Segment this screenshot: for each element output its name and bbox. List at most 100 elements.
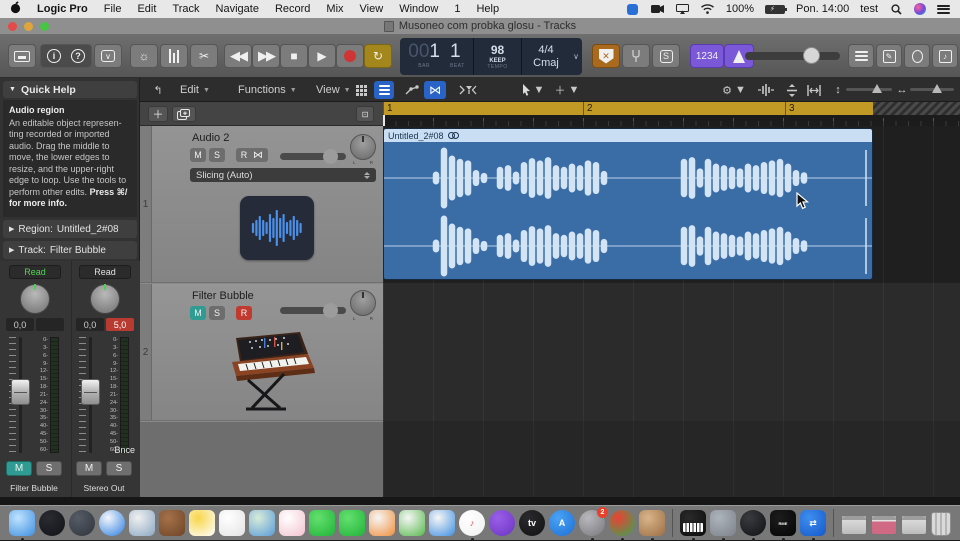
strip-name[interactable]: Filter Bubble [2,483,66,493]
rewind-button[interactable]: ◀◀ [224,44,252,68]
flex-mode-dropdown[interactable]: Slicing (Auto) [190,168,376,182]
bar-ruler[interactable]: 1 2 3 [383,102,960,126]
empty-header-area[interactable] [140,422,383,497]
track-volume-thumb[interactable] [323,303,338,318]
dock-teamviewer[interactable]: ⇄ [800,510,826,536]
lcd-tempo[interactable]: 98 [491,43,504,57]
note-pads-button[interactable]: ✎ [876,44,902,68]
dock-minimized-window-3[interactable] [901,515,927,535]
automation-icon[interactable] [402,81,422,99]
dock-podcasts[interactable] [489,510,515,536]
mixer-button[interactable] [160,44,188,68]
airplay-display-icon[interactable] [676,3,690,15]
vertical-zoom-slider[interactable] [846,88,892,91]
dock-app-store[interactable]: A [549,510,575,536]
dock-numbers[interactable] [399,510,425,536]
catch-playhead-icon[interactable] [456,81,480,99]
window-title-bar[interactable]: Musoneo com probka glosu - Tracks [0,18,960,34]
track-volume-slider[interactable] [280,153,346,160]
zoom-presets-gear-menu[interactable]: ⚙▼ [718,81,750,99]
menu-item-file[interactable]: File [104,3,122,15]
volume-thumb[interactable] [803,47,820,64]
dock-midi-keyboard[interactable] [680,510,706,536]
lcd-mode-chevron[interactable]: ∨ [570,38,582,75]
duplicate-track-button[interactable] [172,106,196,122]
track-record-button[interactable]: R [236,306,252,320]
dock-system-preferences[interactable]: 2 [579,510,605,536]
track-pan-knob[interactable]: LR [350,134,376,160]
pan-knob[interactable] [90,284,120,314]
horizontal-zoom-thumb[interactable] [932,84,942,93]
track-name[interactable]: Audio 2 [192,132,229,144]
secondary-tool-menu[interactable]: ＋▼ [552,81,582,99]
header-options-button[interactable]: ⊡ [356,106,374,122]
dock-keynote[interactable] [429,510,455,536]
region-inspector-row[interactable]: ▶ Region: Untitled_2#08 [3,220,137,238]
track-mute-button[interactable]: M [190,306,206,320]
notification-center-icon[interactable] [937,5,950,14]
pan-knob[interactable] [20,284,50,314]
track-pan-knob[interactable]: LR [350,290,376,316]
quick-help-header[interactable]: ▼ Quick Help [3,81,137,98]
master-volume-slider[interactable] [745,52,840,60]
strip-solo-button[interactable]: S [106,461,132,476]
wifi-icon[interactable] [701,3,715,15]
solo-mode-button[interactable]: S [652,44,680,68]
menu-item-app[interactable]: Logic Pro [37,3,88,15]
lcd-display[interactable]: 001 BAR 1 BEAT 98 KEEP TEMPO 4/4 Cmaj [400,38,570,75]
pointer-tool-menu[interactable]: ▼ [518,81,548,99]
lcd-signature[interactable]: 4/4 [538,44,553,57]
horizontal-zoom-icon[interactable] [804,81,824,99]
dock-trash[interactable] [931,512,951,536]
lcd-key[interactable]: Cmaj [533,57,559,70]
add-track-button[interactable]: ＋ [148,106,168,122]
automation-mode-button[interactable]: Read [79,265,131,279]
dock-reminders[interactable] [219,510,245,536]
gain-value[interactable] [36,318,64,331]
volume-fader[interactable]: 0-3-6-9-12-15-18-21-24-30-35-40-45-50-60… [6,337,64,453]
strip-name[interactable]: Stereo Out [72,483,136,493]
track-lane-filter-bubble[interactable] [383,283,960,421]
dock-safari[interactable] [99,510,125,536]
track-solo-button[interactable]: S [209,148,225,162]
automation-mode-button[interactable]: Read [9,265,61,279]
menu-item-1[interactable]: 1 [454,3,460,15]
menu-item-navigate[interactable]: Navigate [216,3,259,15]
track-volume-thumb[interactable] [323,149,338,164]
dock-maps[interactable] [249,510,275,536]
vertical-zoom-thumb[interactable] [872,84,882,93]
track-flex-icon[interactable]: ⋈ [248,148,268,162]
volume-fader[interactable]: 0-3-6-9-12-15-18-21-24-30-35-40-45-50-60… [76,337,134,453]
menu-item-help[interactable]: Help [476,3,499,15]
waveform-zoom-icon[interactable] [754,81,778,99]
menu-item-track[interactable]: Track [172,3,199,15]
cycle-range[interactable] [383,102,873,115]
grid-view-icon[interactable] [352,81,370,99]
quick-help-sun-button[interactable]: ☼ [130,44,158,68]
dock-siri[interactable] [39,510,65,536]
dock-calendar[interactable] [639,510,665,536]
menu-item-record[interactable]: Record [275,3,310,15]
functions-menu[interactable]: Functions▼ [238,78,297,102]
track-list-view-icon[interactable] [374,81,394,99]
dock-notes[interactable] [189,510,215,536]
view-menu[interactable]: View▼ [316,78,351,102]
toolbar-toggle-button[interactable]: ∨ [94,44,122,68]
track-mute-button[interactable]: M [190,148,206,162]
dock-pages[interactable] [369,510,395,536]
list-editors-button[interactable] [848,44,874,68]
strip-solo-button[interactable]: S [36,461,62,476]
camera-record-icon[interactable] [651,3,665,15]
playhead[interactable] [383,115,385,126]
dock-preview[interactable] [129,510,155,536]
dock-audio-midi-setup[interactable] [710,510,736,536]
forward-button[interactable]: ▶▶ [252,44,280,68]
record-button[interactable] [336,44,364,68]
dock-chrome[interactable] [609,510,635,536]
dock-apple-tv[interactable]: tv [519,510,545,536]
fader-cap[interactable] [81,379,100,405]
empty-lane-area[interactable] [383,421,960,497]
menu-item-mix[interactable]: Mix [326,3,343,15]
zoom-window-button[interactable] [40,22,49,31]
pan-value[interactable]: 0,0 [6,318,34,331]
